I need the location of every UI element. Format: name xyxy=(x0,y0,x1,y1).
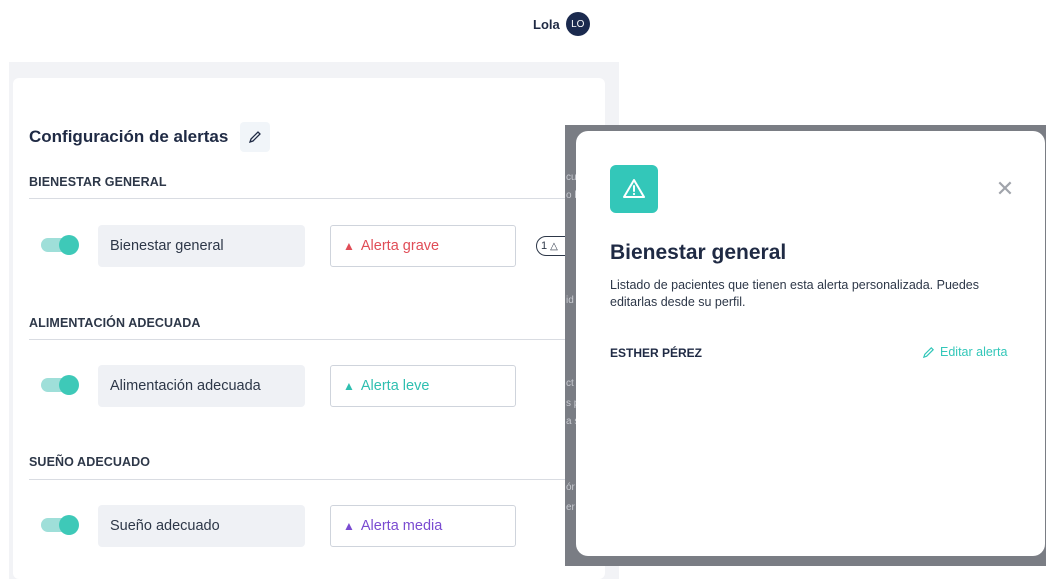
modal-description: Listado de pacientes que tienen esta ale… xyxy=(610,278,980,309)
warning-icon: ▲ xyxy=(343,519,355,533)
alert-row-bienestar: Bienestar general ▲ Alerta grave 1 △ xyxy=(29,225,589,267)
pencil-icon xyxy=(922,346,934,358)
section-header-sueno: SUEÑO ADECUADO xyxy=(29,455,151,469)
card-header: Configuración de alertas xyxy=(29,122,271,152)
section-header-alimentacion: ALIMENTACIÓN ADECUADA xyxy=(29,316,201,330)
pencil-icon xyxy=(249,131,262,144)
alert-icon-badge xyxy=(610,165,658,213)
patients-modal: ✕ Bienestar general Listado de pacientes… xyxy=(576,131,1045,556)
toggle-alimentacion[interactable] xyxy=(41,375,79,395)
warning-icon: ▲ xyxy=(343,239,355,253)
alert-select-sueno[interactable]: ▲ Alerta media xyxy=(330,505,516,547)
patient-name: ESTHER PÉREZ xyxy=(610,346,703,360)
fragment: ct xyxy=(566,378,574,389)
item-label: Bienestar general xyxy=(98,225,305,267)
fragment: id xyxy=(566,295,574,306)
modal-title: Bienestar general xyxy=(610,241,787,264)
alert-level: Alerta grave xyxy=(360,238,440,254)
toggle-sueno[interactable] xyxy=(41,515,79,535)
warning-icon: △ xyxy=(550,240,558,252)
close-icon[interactable]: ✕ xyxy=(995,178,1015,200)
fragment: cu xyxy=(566,172,577,183)
user-menu[interactable]: Lola LO xyxy=(533,12,590,36)
patient-count: 1 xyxy=(541,240,548,252)
divider xyxy=(29,198,601,199)
alert-level: Alerta media xyxy=(360,518,443,534)
alert-row-sueno: Sueño adecuado ▲ Alerta media xyxy=(29,505,589,547)
warning-icon xyxy=(623,179,645,198)
divider xyxy=(29,479,601,480)
alert-select-alimentacion[interactable]: ▲ Alerta leve xyxy=(330,365,516,407)
section-header-bienestar: BIENESTAR GENERAL xyxy=(29,175,167,189)
edit-alert-link[interactable]: Editar alerta xyxy=(922,345,1007,359)
avatar[interactable]: LO xyxy=(565,12,590,36)
fragment: ór xyxy=(566,482,575,493)
alert-select-bienestar[interactable]: ▲ Alerta grave xyxy=(330,225,516,267)
user-name: Lola xyxy=(533,16,560,32)
edit-title-button[interactable] xyxy=(240,122,271,152)
item-label: Alimentación adecuada xyxy=(98,365,305,407)
alert-row-alimentacion: Alimentación adecuada ▲ Alerta leve xyxy=(29,365,589,407)
edit-alert-label: Editar alerta xyxy=(940,345,1008,359)
fragment: er xyxy=(566,502,575,513)
divider xyxy=(29,339,601,340)
toggle-bienestar[interactable] xyxy=(41,235,79,255)
alert-level: Alerta leve xyxy=(360,378,430,394)
item-label: Sueño adecuado xyxy=(98,505,305,547)
warning-icon: ▲ xyxy=(343,379,355,393)
page-title: Configuración de alertas xyxy=(29,127,229,146)
